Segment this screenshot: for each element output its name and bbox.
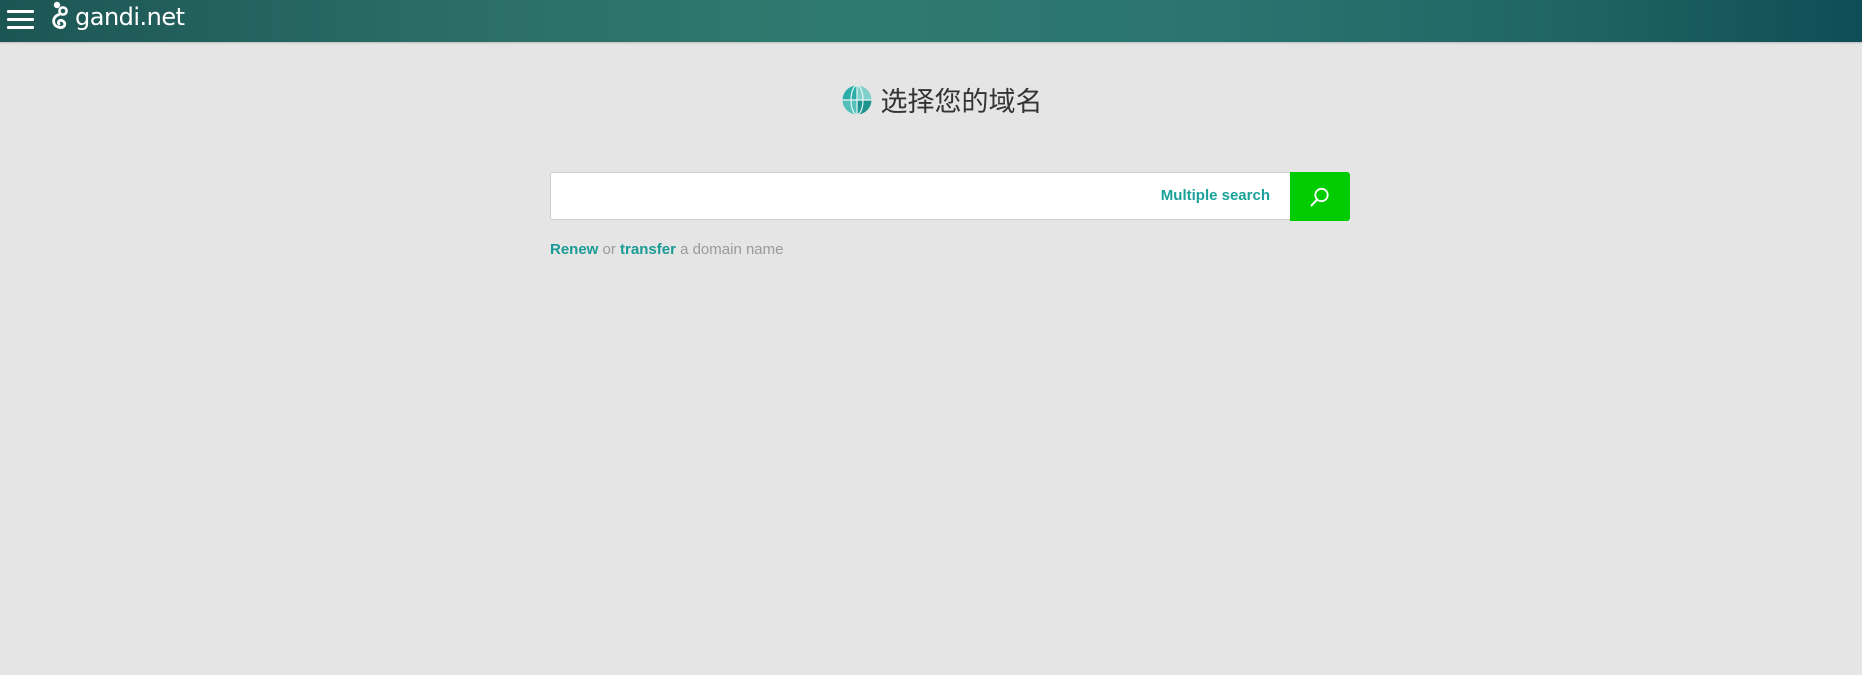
renew-link[interactable]: Renew — [550, 241, 598, 258]
gandi-logo-icon — [52, 1, 68, 29]
hamburger-menu-icon[interactable] — [6, 5, 36, 35]
or-text: or — [602, 241, 616, 258]
transfer-link[interactable]: transfer — [620, 241, 676, 258]
title-row: 选择您的域名 — [0, 80, 1862, 119]
globe-icon — [842, 85, 871, 114]
renew-transfer-helper: Renew or transfer a domain name — [550, 241, 783, 259]
multiple-search-link[interactable]: Multiple search — [1161, 173, 1270, 219]
helper-suffix-text: a domain name — [680, 241, 784, 258]
search-button[interactable] — [1290, 172, 1350, 221]
search-icon — [1310, 187, 1329, 206]
logo-text: gandi.net — [75, 3, 185, 31]
title-group: 选择您的域名 — [842, 80, 1043, 119]
domain-search-box: Multiple search — [550, 172, 1290, 220]
top-navigation-bar: gandi.net — [0, 0, 1862, 42]
gandi-logo[interactable]: gandi.net — [48, 0, 185, 34]
domain-search-input[interactable] — [551, 173, 1131, 219]
page-title: 选择您的域名 — [880, 87, 1043, 118]
